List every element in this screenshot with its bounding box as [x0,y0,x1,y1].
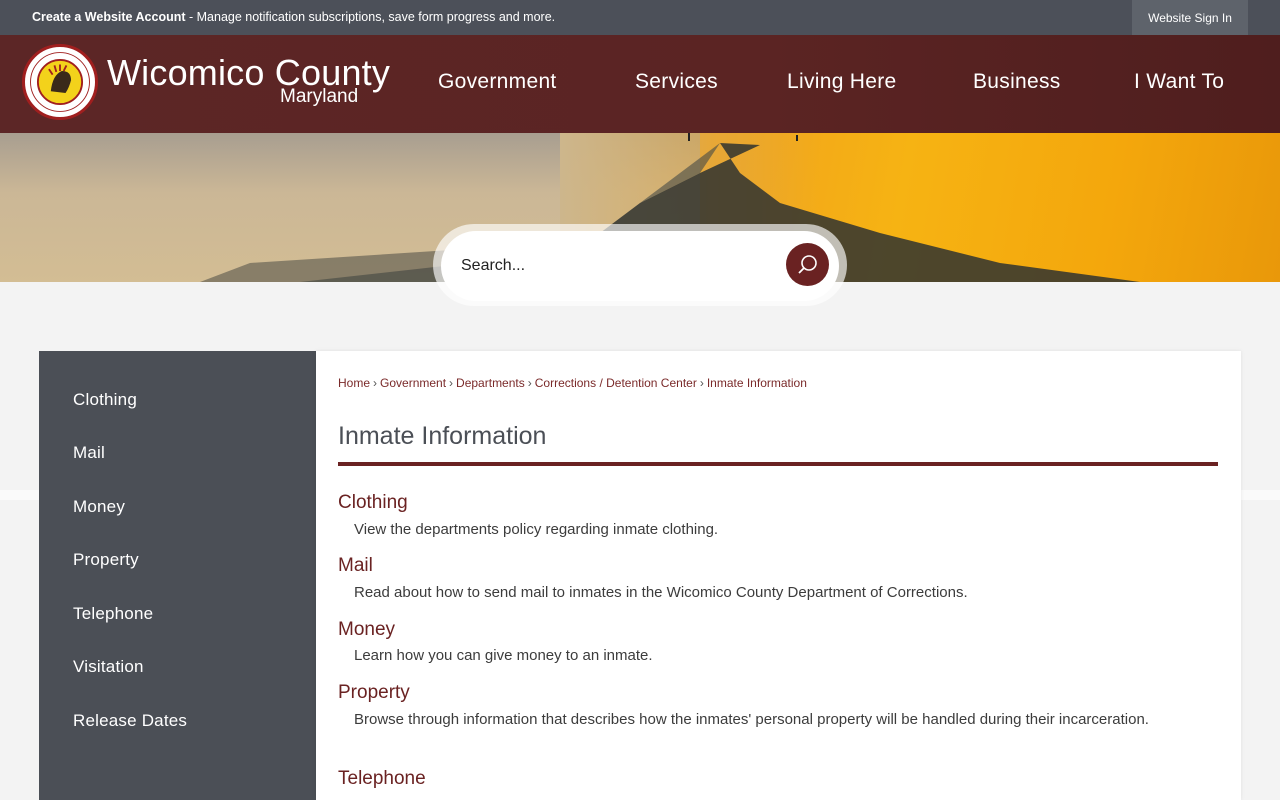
search-button[interactable] [786,243,829,286]
nav-living-here[interactable]: Living Here [787,70,897,94]
breadcrumb-inmate-information[interactable]: Inmate Information [707,376,807,390]
sidebar-nav: Clothing Mail Money Property Telephone V… [39,351,316,800]
create-account-link[interactable]: Create a Website Account [32,10,186,24]
sidebar-item-mail[interactable]: Mail [73,443,105,463]
sidebar-item-telephone[interactable]: Telephone [73,604,153,624]
item-title-money[interactable]: Money [338,619,395,641]
item-title-property[interactable]: Property [338,682,410,704]
website-sign-in-button[interactable]: Website Sign In [1132,0,1248,35]
sidebar-item-property[interactable]: Property [73,550,139,570]
sidebar-item-money[interactable]: Money [73,497,125,517]
item-title-telephone[interactable]: Telephone [338,768,426,790]
breadcrumb-separator: › [699,376,704,390]
breadcrumb-home[interactable]: Home [338,376,370,390]
site-header: Wicomico County Maryland Government Serv… [0,35,1280,133]
item-title-clothing[interactable]: Clothing [338,492,408,514]
sidebar-item-visitation[interactable]: Visitation [73,657,144,677]
item-desc-property: Browse through information that describe… [354,711,1149,728]
account-message: Create a Website Account - Manage notifi… [32,10,555,24]
county-seal-icon[interactable] [22,44,98,120]
item-desc-clothing: View the departments policy regarding in… [354,521,719,538]
nav-government[interactable]: Government [438,70,557,94]
breadcrumb-separator: › [449,376,454,390]
breadcrumb-separator: › [527,376,532,390]
top-utility-bar: Create a Website Account - Manage notifi… [0,0,1280,35]
item-title-mail[interactable]: Mail [338,555,373,577]
breadcrumb: Home › Government › Departments › Corrections … [338,376,807,390]
sidebar-item-clothing[interactable]: Clothing [73,390,137,410]
breadcrumb-government[interactable]: Government [380,376,446,390]
breadcrumb-separator: › [373,376,378,390]
item-desc-mail: Read about how to send mail to inmates i… [354,584,968,601]
search-input[interactable] [461,249,781,283]
nav-i-want-to[interactable]: I Want To [1134,70,1224,94]
search-box [441,231,839,301]
item-desc-money: Learn how you can give money to an inmat… [354,647,653,664]
nav-business[interactable]: Business [973,70,1061,94]
title-rule [338,462,1218,466]
main-content: Home › Government › Departments › Corrections … [316,351,1241,800]
site-subtitle: Maryland [280,86,359,107]
account-message-text: - Manage notification subscriptions, sav… [185,10,556,24]
nav-services[interactable]: Services [635,70,718,94]
breadcrumb-departments[interactable]: Departments [456,376,525,390]
breadcrumb-corrections[interactable]: Corrections / Detention Center [535,376,697,390]
search-icon [797,254,817,274]
sidebar-item-release-dates[interactable]: Release Dates [73,711,187,731]
page-title: Inmate Information [338,422,547,450]
